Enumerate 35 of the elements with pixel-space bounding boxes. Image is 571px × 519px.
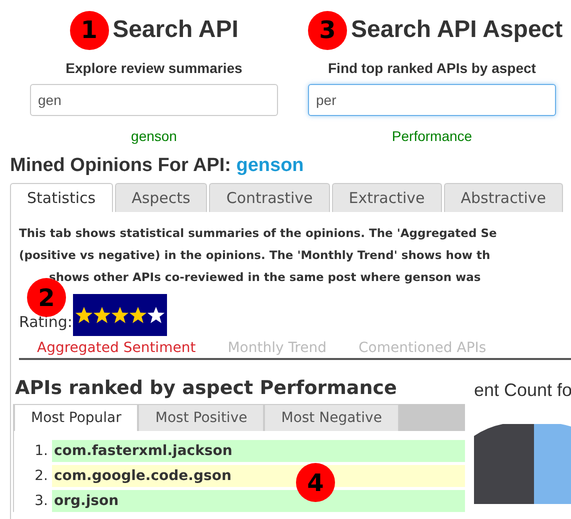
api-list-item[interactable]: org.json bbox=[52, 490, 465, 512]
star-icon bbox=[147, 306, 166, 324]
section-subtitle: Explore review summaries bbox=[64, 60, 244, 76]
search-field[interactable]: per bbox=[308, 84, 556, 116]
star-icon bbox=[75, 306, 94, 324]
description-text: (positive vs negative) in the opinions. The 'Monthly Trend' shows how th bbox=[19, 247, 492, 264]
api-link[interactable]: genson bbox=[236, 155, 304, 176]
description-text: This tab shows statistical summaries of the opinions. The 'Aggregated Se bbox=[19, 225, 498, 242]
list-number: 2. bbox=[34, 468, 49, 484]
star-icon bbox=[93, 306, 112, 324]
star-icon bbox=[129, 306, 148, 324]
tab[interactable]: Extractive bbox=[332, 183, 442, 212]
tab[interactable]: Abstractive bbox=[444, 183, 563, 212]
panel-title: APIs ranked by aspect Performance bbox=[14, 377, 398, 399]
section-heading: Mined Opinions For API: bbox=[10, 155, 231, 176]
section-subtitle: Find top ranked APIs by aspect bbox=[327, 60, 537, 76]
section-heading: Search API bbox=[112, 16, 238, 44]
suggestion-link[interactable]: Performance bbox=[308, 128, 556, 144]
suggestion-link[interactable]: genson bbox=[30, 128, 278, 144]
tab[interactable]: Most Popular bbox=[14, 404, 138, 431]
star-icon bbox=[111, 306, 130, 324]
list-number: 1. bbox=[34, 443, 49, 459]
section-heading: Search API Aspect bbox=[351, 16, 563, 44]
tab[interactable]: Most Negative bbox=[264, 404, 399, 431]
search-field[interactable]: gen bbox=[30, 84, 278, 116]
sub-tab[interactable]: Aggregated Sentiment bbox=[37, 340, 196, 358]
list-number: 3. bbox=[34, 493, 49, 509]
tab[interactable]: Statistics bbox=[10, 183, 113, 212]
number-badge: 3 bbox=[308, 10, 347, 50]
api-list-item[interactable]: com.fasterxml.jackson bbox=[52, 440, 465, 462]
chart-title: ent Count fo bbox=[474, 380, 571, 401]
tab[interactable]: Most Positive bbox=[138, 404, 264, 431]
tab[interactable]: Contrastive bbox=[209, 183, 330, 212]
tab[interactable]: Aspects bbox=[114, 183, 208, 212]
number-badge: 1 bbox=[70, 10, 109, 50]
